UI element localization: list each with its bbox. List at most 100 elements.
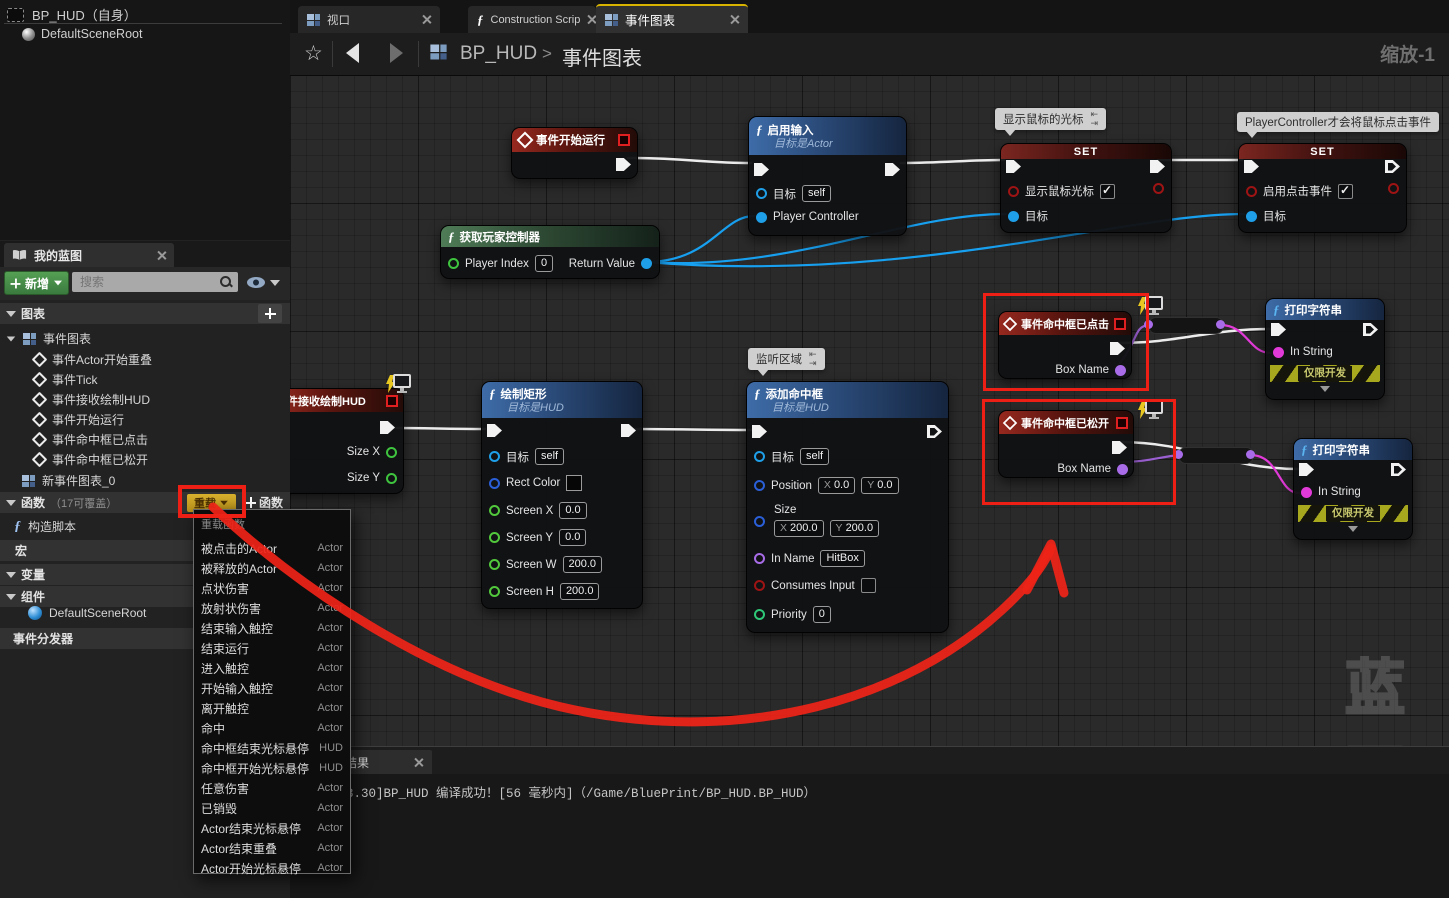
comment-bubble[interactable]: 监听区域⇤⇥ [748, 348, 825, 370]
node-set-enable-click-events[interactable]: SET 启用点击事件 目标 [1238, 143, 1407, 233]
in-string-pin[interactable] [1273, 347, 1284, 358]
target-value[interactable]: self [802, 185, 831, 202]
tree-item-event[interactable]: 事件接收绘制HUD [34, 391, 150, 408]
screen-h-value[interactable]: 200.0 [560, 583, 600, 600]
menu-item[interactable]: Actor结束光标悬停Actor [194, 818, 350, 838]
screen-w-pin[interactable] [489, 559, 500, 570]
tree-item-new-graph[interactable]: 新事件图表_0 [22, 472, 115, 489]
reroute-node[interactable] [1148, 317, 1224, 334]
menu-item[interactable]: 命中框开始光标悬停HUD [194, 758, 350, 778]
tree-item-event-graph[interactable]: 事件图表 [6, 330, 91, 347]
graph-canvas[interactable]: 蓝图 视口 ƒ Construction Scrip 事件图表 ☆ [290, 0, 1449, 898]
node-event-begin-play[interactable]: 事件开始运行 [511, 127, 638, 179]
reroute-pin[interactable] [1174, 450, 1183, 459]
exec-out-pin[interactable] [1391, 463, 1406, 476]
tab-my-blueprint[interactable]: 我的蓝图 [4, 243, 174, 267]
rect-color-pin[interactable] [489, 478, 500, 489]
exec-in-pin[interactable] [487, 424, 502, 437]
menu-item[interactable]: 开始输入触控Actor [194, 678, 350, 698]
target-pin[interactable] [754, 451, 765, 462]
tree-item-event[interactable]: 事件Actor开始重叠 [34, 351, 152, 368]
comment-pin-icon[interactable]: ⇤⇥ [809, 350, 817, 368]
target-pin[interactable] [489, 451, 500, 462]
consumes-input-pin[interactable] [754, 580, 765, 591]
exec-out-pin[interactable] [1110, 342, 1125, 355]
size-pin[interactable] [754, 516, 765, 527]
exec-out-pin[interactable] [1112, 441, 1127, 454]
comment-pin-icon[interactable]: ⇤⇥ [1091, 110, 1099, 128]
exec-in-pin[interactable] [1006, 160, 1021, 173]
size-y-pin[interactable] [386, 473, 397, 484]
exec-in-pin[interactable] [1271, 323, 1286, 336]
tree-item-event[interactable]: 事件Tick [34, 371, 98, 388]
player-index-pin[interactable] [448, 258, 459, 269]
menu-item[interactable]: 放射状伤害Actor [194, 598, 350, 618]
target-pin[interactable] [756, 188, 767, 199]
tree-item-event[interactable]: 事件命中框已点击 [34, 431, 148, 448]
menu-item[interactable]: 进入触控Actor [194, 658, 350, 678]
add-new-button[interactable]: 新增 [4, 271, 69, 295]
tree-item-event[interactable]: 事件命中框已松开 [34, 451, 148, 468]
target-value[interactable]: self [800, 448, 829, 465]
exec-out-pin[interactable] [1385, 160, 1400, 173]
section-graphs[interactable]: 图表 [0, 303, 290, 324]
menu-item[interactable]: 命中Actor [194, 718, 350, 738]
tree-item-construction-script[interactable]: ƒ 构造脚本 [14, 518, 76, 535]
expand-arrow-icon[interactable] [1348, 526, 1358, 537]
search-input[interactable] [72, 272, 238, 292]
target-pin[interactable] [1008, 211, 1019, 222]
exec-out-pin[interactable] [1150, 160, 1165, 173]
menu-item[interactable]: 被点击的ActorActor [194, 538, 350, 558]
reroute-pin[interactable] [1144, 320, 1153, 329]
menu-item[interactable]: 点状伤害Actor [194, 578, 350, 598]
player-controller-pin[interactable] [756, 212, 767, 223]
menu-item[interactable]: 结束运行Actor [194, 638, 350, 658]
node-get-player-controller[interactable]: ƒ 获取玩家控制器 Player Index 0 Return Value [440, 225, 660, 279]
eye-dropdown-icon[interactable] [270, 280, 280, 286]
size-x-pin[interactable] [386, 447, 397, 458]
box-name-pin[interactable] [1117, 464, 1128, 475]
menu-item[interactable]: 被释放的ActorActor [194, 558, 350, 578]
menu-item[interactable]: 命中框结束光标悬停HUD [194, 738, 350, 758]
exec-in-pin[interactable] [752, 425, 767, 438]
screen-h-pin[interactable] [489, 586, 500, 597]
menu-item[interactable]: Actor结束重叠Actor [194, 838, 350, 858]
screen-x-pin[interactable] [489, 505, 500, 516]
in-name-value[interactable]: HitBox [820, 550, 864, 567]
bool-pin[interactable] [1008, 186, 1019, 197]
menu-item[interactable]: 离开触控Actor [194, 698, 350, 718]
exec-in-pin[interactable] [1244, 160, 1259, 173]
menu-item[interactable]: 任意伤害Actor [194, 778, 350, 798]
exec-in-pin[interactable] [754, 163, 769, 176]
priority-value[interactable]: 0 [813, 606, 831, 623]
checkbox-unchecked[interactable] [861, 578, 876, 593]
menu-item[interactable]: 已销毁Actor [194, 798, 350, 818]
in-name-pin[interactable] [754, 553, 765, 564]
search-field[interactable] [78, 274, 220, 290]
comment-bubble[interactable]: 显示鼠标的光标⇤⇥ [995, 108, 1106, 130]
target-pin[interactable] [1246, 211, 1257, 222]
node-set-show-mouse-cursor[interactable]: SET 显示鼠标光标 目标 [1000, 143, 1172, 233]
player-index-value[interactable]: 0 [535, 255, 553, 272]
position-pin[interactable] [754, 480, 765, 491]
exec-out-pin[interactable] [380, 421, 395, 434]
bool-pin[interactable] [1246, 186, 1257, 197]
menu-item[interactable]: 结束输入触控Actor [194, 618, 350, 638]
close-icon[interactable] [157, 251, 166, 260]
screen-x-value[interactable]: 0.0 [559, 502, 586, 519]
node-event-receive-draw-hud[interactable]: 事件接收绘制HUD Size X Size Y [290, 388, 404, 494]
add-graph-button[interactable] [258, 304, 282, 323]
close-icon[interactable] [414, 758, 423, 767]
bool-out-pin[interactable] [1153, 183, 1164, 194]
comment-bubble[interactable]: PlayerController才会将鼠标点击事件 [1237, 112, 1439, 132]
node-add-hitbox[interactable]: ƒ 添加命中框 目标是HUD 目标 self Position X0.0 Y0.… [746, 381, 949, 633]
priority-pin[interactable] [754, 609, 765, 620]
screen-y-pin[interactable] [489, 532, 500, 543]
exec-out-pin[interactable] [1363, 323, 1378, 336]
checkbox-checked[interactable] [1100, 184, 1115, 199]
box-name-pin[interactable] [1115, 365, 1126, 376]
node-event-hitbox-released[interactable]: 事件命中框已松开 Box Name [998, 410, 1134, 478]
node-print-string[interactable]: ƒ 打印字符串 In String 仅限开发 [1265, 298, 1385, 400]
node-enable-input[interactable]: ƒ 启用输入 目标是Actor 目标 self Player Controlle… [748, 116, 907, 236]
node-draw-rect[interactable]: ƒ 绘制矩形 目标是HUD 目标 self Rect Color Screen … [481, 381, 643, 609]
